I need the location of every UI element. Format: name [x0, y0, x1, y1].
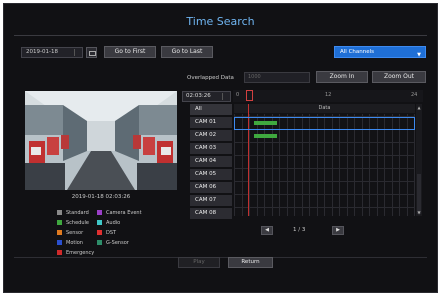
recording-segment	[254, 134, 277, 138]
channel-select[interactable]: All Channels ▼	[334, 46, 426, 58]
page-title: Time Search	[186, 15, 255, 28]
channel-row[interactable]: CAM 07	[190, 195, 232, 206]
timeline-grid-lines	[234, 104, 415, 216]
time-ruler[interactable]: 0 12 24	[233, 90, 423, 102]
legend-label: Audio	[106, 220, 121, 226]
legend-item: Motion	[57, 240, 83, 246]
ruler-tick: 0	[236, 92, 240, 98]
return-button[interactable]: Return	[228, 257, 273, 268]
timeline-grid[interactable]: Data	[234, 104, 415, 216]
channel-select-value: All Channels	[340, 49, 375, 55]
overlapped-data-value: 1000	[248, 74, 261, 80]
channel-row[interactable]: CAM 04	[190, 156, 232, 167]
channel-row[interactable]: CAM 02	[190, 130, 232, 141]
legend-label: Emergency	[66, 250, 95, 256]
play-button[interactable]: Play	[178, 257, 220, 268]
channel-all[interactable]: All	[190, 104, 232, 115]
zoom-out-button[interactable]: Zoom Out	[372, 71, 426, 83]
legend-swatch	[97, 220, 102, 225]
legend-label: Sensor	[66, 230, 84, 236]
video-preview	[25, 91, 177, 190]
time-spinner[interactable]	[222, 93, 228, 100]
legend-item: Schedule	[57, 220, 89, 226]
legend-item: Audio	[97, 220, 120, 226]
legend-label: Camera Event	[106, 210, 142, 216]
time-field[interactable]: 02:03:26	[182, 91, 231, 102]
channel-row[interactable]: CAM 01	[190, 117, 232, 128]
legend-label: Schedule	[66, 220, 89, 226]
channel-row[interactable]: CAM 08	[190, 208, 232, 219]
channel-row[interactable]: CAM 05	[190, 169, 232, 180]
next-page-button[interactable]: ▶	[332, 226, 344, 235]
legend-label: G-Sensor	[106, 240, 129, 246]
preview-timestamp: 2019-01-18 02:03:26	[71, 194, 131, 200]
go-to-last-button[interactable]: Go to Last	[161, 46, 213, 58]
chevron-down-icon: ▼	[417, 52, 421, 58]
legend-swatch	[57, 220, 62, 225]
overlapped-data-select[interactable]: 1000	[244, 72, 310, 83]
recording-segment	[254, 121, 277, 125]
ruler-tick: 24	[411, 92, 418, 98]
legend-swatch	[57, 210, 62, 215]
legend-swatch	[57, 250, 62, 255]
scroll-up-icon[interactable]: ▲	[416, 105, 422, 110]
legend-item: Camera Event	[97, 210, 142, 216]
legend-item: G-Sensor	[97, 240, 129, 246]
title-divider	[14, 35, 427, 36]
overlapped-data-label: Overlapped Data	[187, 75, 234, 81]
time-search-window: Time Search 2019-01-18 Go to First Go to…	[3, 3, 438, 293]
go-to-first-button[interactable]: Go to First	[104, 46, 156, 58]
legend-item: Standard	[57, 210, 89, 216]
legend-swatch	[97, 210, 102, 215]
train-interior-image	[25, 91, 177, 190]
legend-label: Motion	[66, 240, 83, 246]
footer-divider	[14, 257, 427, 258]
legend-label: Standard	[66, 210, 89, 216]
time-cursor[interactable]	[246, 90, 253, 101]
ruler-tick: 12	[325, 92, 332, 98]
legend-swatch	[57, 240, 62, 245]
prev-page-button[interactable]: ◀	[261, 226, 273, 235]
legend-item: DST	[97, 230, 116, 236]
legend-item: Emergency	[57, 250, 94, 256]
timeline-scrollbar[interactable]: ▲ ▼	[416, 104, 422, 216]
legend-swatch	[97, 230, 102, 235]
date-value: 2019-01-18	[26, 49, 58, 55]
date-spinner[interactable]	[74, 49, 80, 56]
zoom-in-button[interactable]: Zoom In	[316, 71, 368, 83]
scroll-thumb[interactable]	[417, 174, 421, 214]
channel-row[interactable]: CAM 03	[190, 143, 232, 154]
channel-row[interactable]: CAM 06	[190, 182, 232, 193]
legend-swatch	[97, 240, 102, 245]
legend-item: Sensor	[57, 230, 83, 236]
scroll-down-icon[interactable]: ▼	[416, 210, 422, 215]
legend-label: DST	[106, 230, 117, 236]
date-field[interactable]: 2019-01-18	[21, 47, 83, 58]
page-indicator: 1 / 3	[293, 227, 306, 233]
time-value: 02:03:26	[186, 93, 211, 99]
calendar-icon[interactable]	[86, 47, 97, 58]
legend-swatch	[57, 230, 62, 235]
